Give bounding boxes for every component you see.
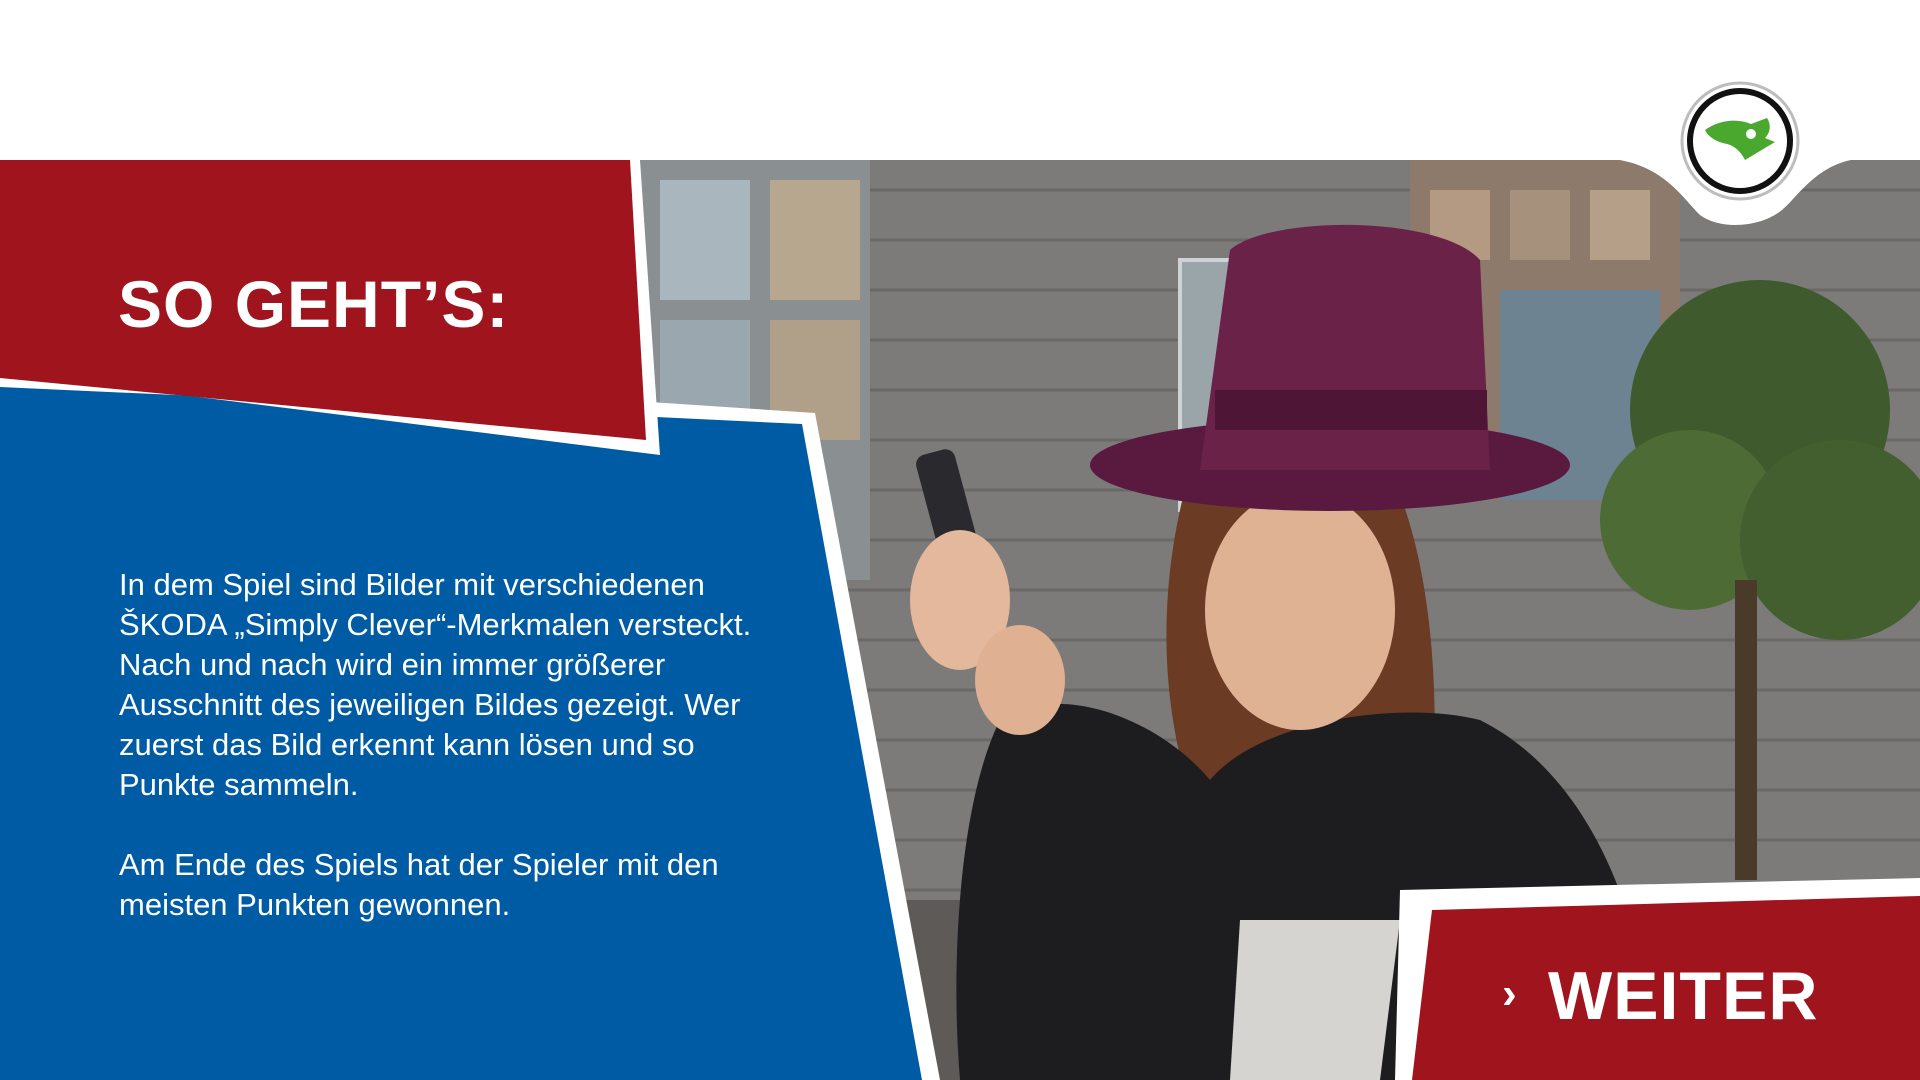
instructions-paragraph-1: In dem Spiel sind Bilder mit verschieden… bbox=[119, 567, 752, 802]
instructions-screen: SIMPLY CLEVER ŠKODA SO GEHT’S: In dem Sp… bbox=[0, 0, 1920, 1080]
skoda-winged-arrow-icon bbox=[1680, 81, 1800, 201]
instructions-paragraph-2: Am Ende des Spiels hat der Spieler mit d… bbox=[119, 847, 719, 922]
page-title: SO GEHT’S: bbox=[118, 267, 510, 341]
header-bar: SIMPLY CLEVER ŠKODA bbox=[0, 0, 1920, 160]
instructions-text: In dem Spiel sind Bilder mit verschieden… bbox=[119, 565, 799, 965]
tagline: SIMPLY CLEVER bbox=[119, 34, 330, 64]
brand-wordmark: ŠKODA bbox=[1672, 30, 1782, 62]
weiter-button-label[interactable]: WEITER bbox=[1548, 957, 1818, 1035]
chevron-right-icon: › bbox=[1502, 969, 1517, 1018]
